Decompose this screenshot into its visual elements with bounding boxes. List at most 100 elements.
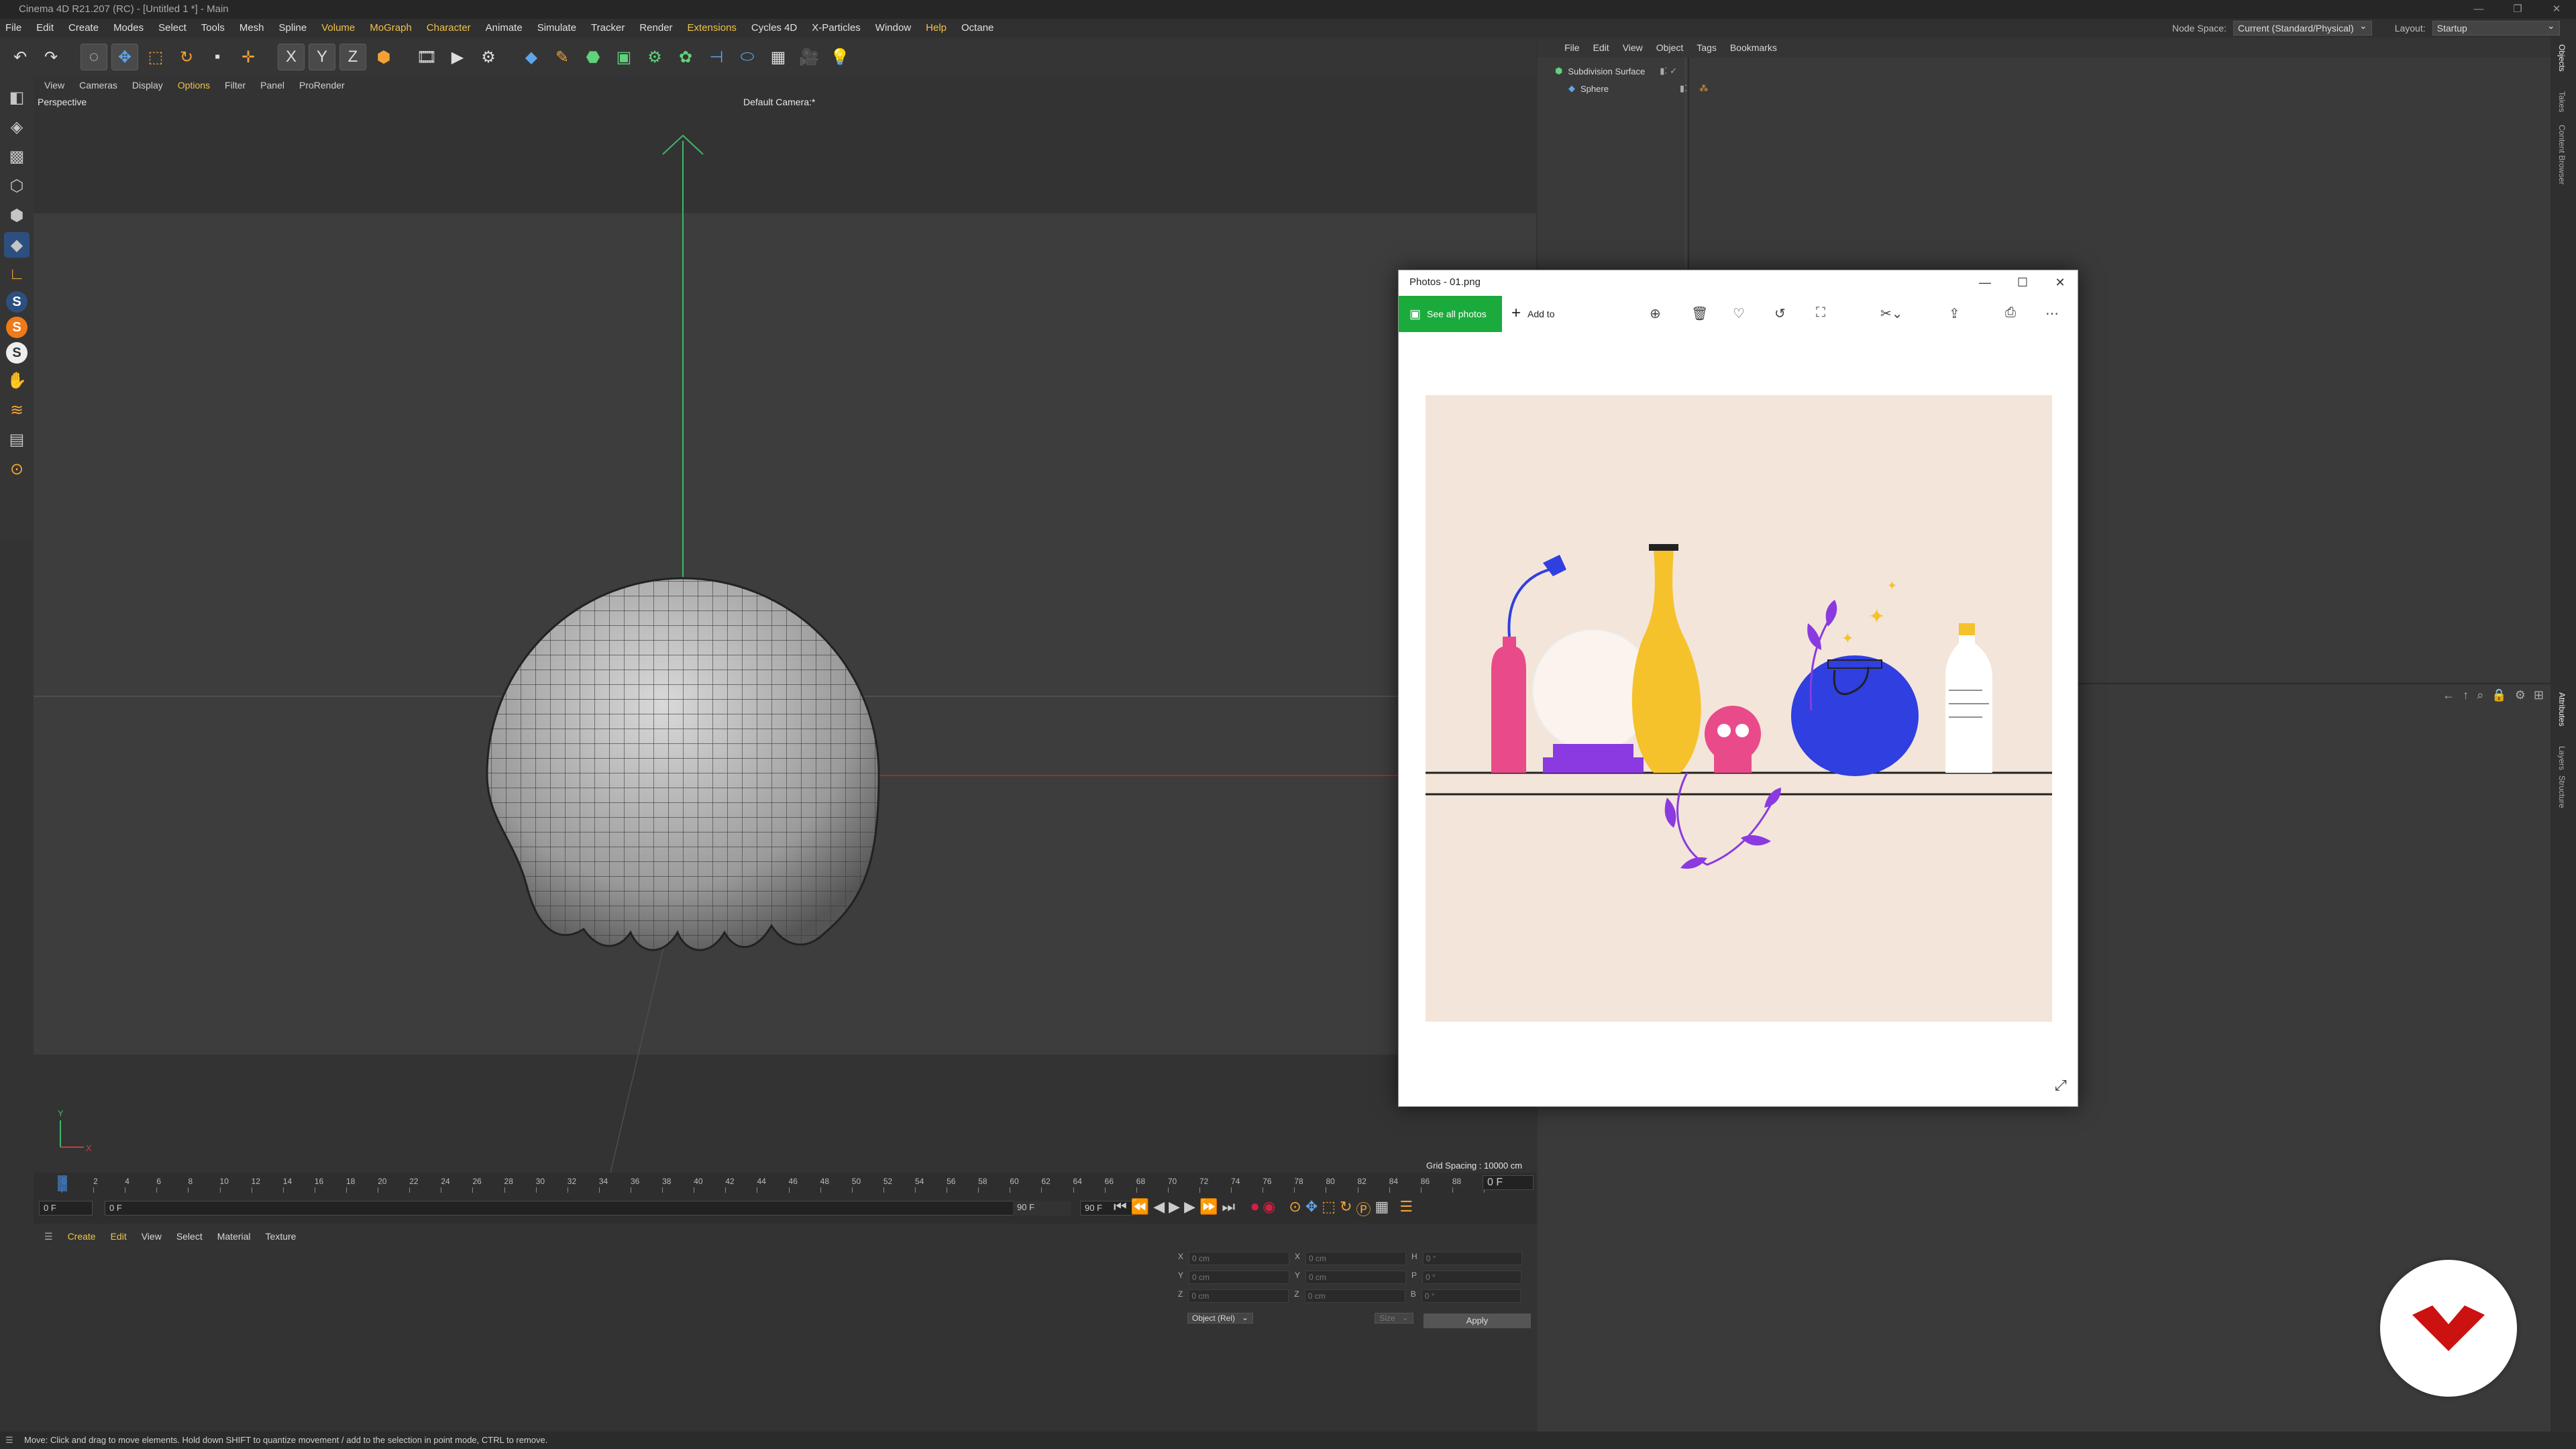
camera-icon[interactable]: ⬭ <box>734 44 761 70</box>
floor-icon[interactable]: ▦ <box>765 44 792 70</box>
z-axis-icon[interactable]: Z <box>339 44 366 70</box>
viewport-menu-options[interactable]: Options <box>178 76 210 94</box>
position-y-field[interactable]: 0 cm <box>1189 1271 1290 1284</box>
solo-icon[interactable]: ⊙ <box>4 456 30 482</box>
pen-icon[interactable]: ✎ <box>549 44 576 70</box>
tab-attributes[interactable]: Attributes <box>2557 692 2567 727</box>
undo-icon[interactable]: ↶ <box>7 44 34 70</box>
menu-window[interactable]: Window <box>875 19 911 38</box>
recent-tools-icon[interactable]: ▪ <box>204 44 231 70</box>
object-menu-object[interactable]: Object <box>1656 38 1683 58</box>
search-icon[interactable]: ⌕ <box>2477 688 2483 702</box>
tab-objects[interactable]: Objects <box>2557 44 2567 72</box>
tab-structure[interactable]: Structure <box>2557 775 2567 808</box>
edit-icon[interactable]: ✂⌄ <box>1880 305 1903 322</box>
sculpt-icon[interactable]: ✋ <box>4 368 30 393</box>
axis-mode-icon[interactable]: ∟ <box>4 262 30 287</box>
timeline-menu-icon[interactable]: ☰ <box>1399 1198 1413 1220</box>
key-position-icon[interactable]: ✥ <box>1305 1198 1318 1220</box>
menu-simulate[interactable]: Simulate <box>537 19 576 38</box>
more-icon[interactable]: ⋯ <box>2045 305 2059 322</box>
viewport-menu-filter[interactable]: Filter <box>225 76 246 94</box>
status-menu-icon[interactable]: ☰ <box>5 1432 13 1449</box>
viewport-perspective[interactable]: Perspective Default Camera:* Y X Grid Sp… <box>34 94 1536 1173</box>
render-settings-icon[interactable]: ⚙ <box>475 44 502 70</box>
rotation-b-field[interactable]: 0 ° <box>1421 1289 1521 1303</box>
crop-icon[interactable]: ⛶ <box>1816 305 1825 321</box>
menu-help[interactable]: Help <box>926 19 947 38</box>
delete-icon[interactable]: 🗑 <box>1691 305 1708 322</box>
viewport-menu-cameras[interactable]: Cameras <box>79 76 117 94</box>
hamburger-icon[interactable]: ☰ <box>44 1228 53 1245</box>
x-axis-icon[interactable]: X <box>278 44 305 70</box>
menu-mograph[interactable]: MoGraph <box>370 19 412 38</box>
photos-close-button[interactable]: ✕ <box>2041 270 2079 294</box>
texture-mode-icon[interactable]: ▩ <box>4 144 30 169</box>
restore-button[interactable]: ❐ <box>2498 0 2537 19</box>
range-end-field[interactable]: 90 F <box>1013 1201 1071 1216</box>
timeline-ruler[interactable]: 0246810121416182022242628303234363840424… <box>48 1174 1536 1193</box>
go-to-end-icon[interactable]: ⏭ <box>1222 1198 1235 1220</box>
rotation-h-field[interactable]: 0 ° <box>1422 1252 1522 1265</box>
edges-mode-icon[interactable]: ⬢ <box>4 203 30 228</box>
scale-icon[interactable]: ⬚ <box>142 44 169 70</box>
size-y-field[interactable]: 0 cm <box>1305 1271 1407 1284</box>
visibility-toggle-icon[interactable]: ▮⁚ <box>1680 83 1687 94</box>
next-key-icon[interactable]: ⏩ <box>1199 1198 1218 1220</box>
previous-frame-icon[interactable]: ◀ <box>1153 1198 1165 1220</box>
viewport-menu-view[interactable]: View <box>44 76 64 94</box>
favorite-icon[interactable]: ♡ <box>1733 305 1745 322</box>
menu-render[interactable]: Render <box>639 19 672 38</box>
previous-key-icon[interactable]: ⏪ <box>1131 1198 1149 1220</box>
workplane-icon[interactable]: S <box>6 342 28 364</box>
rotate-icon[interactable]: ↻ <box>173 44 200 70</box>
autokey-icon[interactable]: ◉ <box>1263 1198 1275 1220</box>
key-parameter-icon[interactable]: Ⓟ <box>1356 1198 1371 1220</box>
key-rotation-icon[interactable]: ↻ <box>1340 1198 1352 1220</box>
field-icon[interactable]: ✿ <box>672 44 699 70</box>
tab-layers[interactable]: Layers <box>2557 746 2567 770</box>
up-arrow-icon[interactable]: ↑ <box>2463 688 2469 702</box>
object-name[interactable]: Sphere <box>1580 84 1609 94</box>
object-menu-tags[interactable]: Tags <box>1697 38 1717 58</box>
coord-mode-dropdown[interactable]: Object (Rel) <box>1187 1313 1254 1324</box>
see-all-photos-button[interactable]: See all photos <box>1399 296 1502 332</box>
menu-tracker[interactable]: Tracker <box>591 19 625 38</box>
current-frame-field[interactable]: 0 F <box>1483 1175 1534 1190</box>
print-icon[interactable]: ⎙ <box>2005 305 2016 321</box>
play-icon[interactable]: ▶ <box>1169 1198 1180 1220</box>
coordinate-system-icon[interactable]: ⬢ <box>370 44 397 70</box>
menu-spline[interactable]: Spline <box>279 19 307 38</box>
object-menu-edit[interactable]: Edit <box>1593 38 1609 58</box>
menu-animate[interactable]: Animate <box>486 19 523 38</box>
array-icon[interactable]: ▣ <box>610 44 637 70</box>
viewport-menu-panel[interactable]: Panel <box>260 76 284 94</box>
menu-character[interactable]: Character <box>427 19 471 38</box>
make-editable-icon[interactable]: ◧ <box>4 85 30 110</box>
move-icon[interactable]: ✥ <box>111 44 138 70</box>
new-window-icon[interactable]: ⊞ <box>2534 688 2544 702</box>
photos-minimize-button[interactable]: — <box>1966 270 2004 294</box>
y-axis-icon[interactable]: Y <box>309 44 335 70</box>
close-button[interactable]: ✕ <box>2537 0 2576 19</box>
points-mode-icon[interactable]: ⬡ <box>4 173 30 199</box>
render-view-icon[interactable]: 🎞 <box>413 44 440 70</box>
menu-file[interactable]: File <box>5 19 21 38</box>
deformer-icon[interactable]: ⚙ <box>641 44 668 70</box>
live-selection-icon[interactable]: ◌ <box>80 44 107 70</box>
menu-mesh[interactable]: Mesh <box>239 19 264 38</box>
lock-icon[interactable]: 🔒 <box>2491 688 2506 702</box>
menu-cycles4d[interactable]: Cycles 4D <box>751 19 797 38</box>
apply-button[interactable]: Apply <box>1424 1313 1531 1328</box>
material-menu-texture[interactable]: Texture <box>266 1228 297 1245</box>
tab-takes[interactable]: Takes <box>2557 91 2567 112</box>
photo-image[interactable]: ✦ ✦ ✦ <box>1426 395 2052 1022</box>
xpresso-icon[interactable]: ▤ <box>4 427 30 452</box>
material-menu-material[interactable]: Material <box>217 1228 251 1245</box>
subdivision-icon[interactable]: ⬣ <box>580 44 606 70</box>
menu-octane[interactable]: Octane <box>961 19 994 38</box>
next-frame-icon[interactable]: ▶ <box>1184 1198 1195 1220</box>
layout-dropdown[interactable]: Startup <box>2432 19 2560 36</box>
photos-maximize-button[interactable]: ☐ <box>2004 270 2041 294</box>
light-icon[interactable]: 💡 <box>826 44 853 70</box>
